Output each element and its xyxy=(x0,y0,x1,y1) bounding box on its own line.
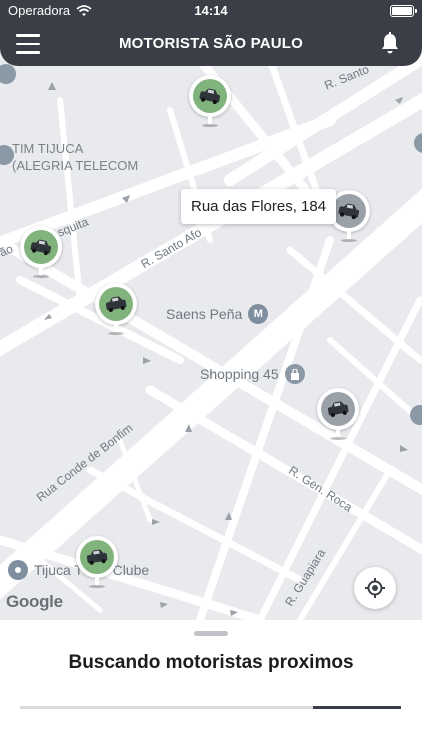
driver-marker[interactable] xyxy=(189,75,231,129)
locate-icon xyxy=(365,578,385,598)
bell-icon xyxy=(382,32,398,54)
car-icon xyxy=(193,79,227,113)
pin-icon xyxy=(8,560,28,580)
car-icon xyxy=(80,540,114,574)
car-icon xyxy=(321,392,355,426)
sheet-handle[interactable] xyxy=(194,631,228,636)
google-logo: Google xyxy=(6,592,63,611)
search-progress-bar xyxy=(20,706,401,709)
shopping-icon xyxy=(284,364,305,384)
area-label-alegria: (ALEGRIA TELECOM xyxy=(12,158,139,173)
poi-saens-pena[interactable]: Saens Peña M xyxy=(166,304,269,324)
app-header: MOTORISTA SÃO PAULO xyxy=(0,22,422,66)
area-label-tim: TIM TIJUCA xyxy=(12,141,84,156)
car-icon xyxy=(332,194,366,228)
map-view[interactable]: TIM TIJUCA (ALEGRIA TELECOM R. Santo squ… xyxy=(0,0,422,620)
status-bar: Operadora 14:14 xyxy=(0,0,422,22)
car-icon xyxy=(24,230,58,264)
my-location-button[interactable] xyxy=(354,567,396,609)
poi-saens-pena-label: Saens Peña xyxy=(166,306,243,322)
driver-marker[interactable] xyxy=(317,388,359,442)
car-icon xyxy=(99,287,133,321)
bottom-sheet[interactable]: Buscando motoristas proximos xyxy=(0,620,422,750)
driver-marker[interactable] xyxy=(95,283,137,337)
driver-marker[interactable] xyxy=(76,536,118,590)
notifications-button[interactable] xyxy=(380,32,400,56)
poi-shopping[interactable]: Shopping 45 xyxy=(200,364,305,384)
address-tooltip[interactable]: Rua das Flores, 184 xyxy=(181,189,337,224)
status-time: 14:14 xyxy=(194,3,228,18)
driver-marker[interactable] xyxy=(20,226,62,280)
search-progress-fill xyxy=(313,706,401,709)
poi-shopping-label: Shopping 45 xyxy=(200,366,279,382)
page-title: MOTORISTA SÃO PAULO xyxy=(118,35,304,52)
search-status-title: Buscando motoristas proximos xyxy=(68,652,354,673)
metro-icon: M xyxy=(248,304,269,324)
battery-icon xyxy=(390,5,417,17)
